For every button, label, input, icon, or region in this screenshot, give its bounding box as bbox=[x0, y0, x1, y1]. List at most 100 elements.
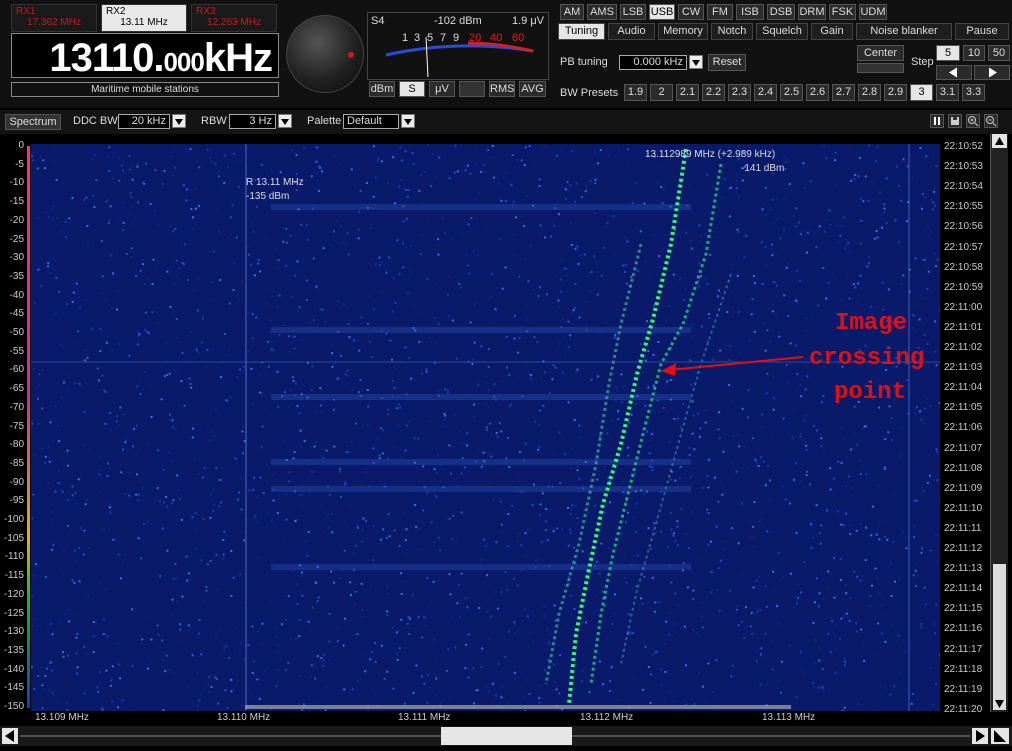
bw-preset-2-2[interactable]: 2.2 bbox=[702, 84, 725, 101]
rx3-freq: 12.263 MHz bbox=[196, 17, 272, 29]
waterfall-background bbox=[31, 144, 940, 711]
meter-dbm-button[interactable]: dBm bbox=[369, 81, 395, 97]
rbw-input[interactable]: 3 Hz bbox=[229, 114, 276, 129]
mode-udm[interactable]: UDM bbox=[859, 4, 887, 20]
color-scale-bar bbox=[27, 146, 30, 708]
center-button[interactable]: Center bbox=[857, 45, 904, 61]
bw-preset-2-8[interactable]: 2.8 bbox=[858, 84, 881, 101]
rx1-freq: 17.362 MHz bbox=[16, 17, 92, 29]
arrow-left-icon bbox=[937, 66, 971, 79]
power-tick-label: -85 bbox=[2, 458, 24, 469]
mode-usb[interactable]: USB bbox=[649, 4, 675, 20]
pause-icon[interactable] bbox=[930, 114, 944, 128]
power-tick-label: -140 bbox=[2, 664, 24, 675]
bw-preset-2[interactable]: 2 bbox=[650, 84, 673, 101]
mode-ams[interactable]: AMS bbox=[587, 4, 617, 20]
rx3-tab[interactable]: RX3 12.263 MHz bbox=[191, 4, 277, 32]
horizontal-scrollbar[interactable] bbox=[0, 726, 1012, 746]
bw-preset-2-9[interactable]: 2.9 bbox=[884, 84, 907, 101]
time-tick-label: 22:11:10 bbox=[944, 503, 982, 514]
step-10-button[interactable]: 10 bbox=[963, 45, 985, 61]
power-tick-label: -45 bbox=[2, 308, 24, 319]
bw-preset-2-6[interactable]: 2.6 bbox=[806, 84, 829, 101]
power-tick-label: -100 bbox=[2, 514, 24, 525]
frequency-display[interactable]: 13110.000kHz bbox=[11, 33, 279, 78]
ddc-bw-dropdown-icon[interactable] bbox=[172, 114, 186, 128]
time-tick-label: 22:11:05 bbox=[944, 402, 982, 413]
rbw-dropdown-icon[interactable] bbox=[278, 114, 292, 128]
bw-preset-3-1[interactable]: 3.1 bbox=[936, 84, 959, 101]
mode-drm[interactable]: DRM bbox=[798, 4, 826, 20]
vertical-scrollbar[interactable] bbox=[990, 134, 1008, 712]
power-tick-label: -10 bbox=[2, 177, 24, 188]
bw-preset-1-9[interactable]: 1.9 bbox=[624, 84, 647, 101]
rx1-tab[interactable]: RX1 17.362 MHz bbox=[11, 4, 97, 32]
power-tick-label: -115 bbox=[2, 570, 24, 581]
save-icon[interactable] bbox=[948, 114, 962, 128]
zoom-in-icon[interactable] bbox=[966, 114, 980, 128]
palette-input[interactable]: Default bbox=[343, 114, 399, 129]
time-tick-label: 22:10:59 bbox=[944, 282, 983, 293]
mode-fsk[interactable]: FSK bbox=[829, 4, 856, 20]
step-5-button[interactable]: 5 bbox=[936, 45, 960, 61]
bw-preset-2-1[interactable]: 2.1 bbox=[676, 84, 699, 101]
mode-cw[interactable]: CW bbox=[678, 4, 704, 20]
mode-isb[interactable]: ISB bbox=[736, 4, 764, 20]
tab-audio[interactable]: Audio bbox=[608, 23, 655, 40]
ddc-bw-input[interactable]: 20 kHz bbox=[118, 114, 170, 129]
bw-preset-2-4[interactable]: 2.4 bbox=[754, 84, 777, 101]
mode-lsb[interactable]: LSB bbox=[620, 4, 646, 20]
step-50-button[interactable]: 50 bbox=[988, 45, 1010, 61]
bw-preset-2-3[interactable]: 2.3 bbox=[728, 84, 751, 101]
palette-dropdown-icon[interactable] bbox=[401, 114, 415, 128]
pb-tuning-label: PB tuning bbox=[560, 56, 608, 68]
time-tick-label: 22:11:19 bbox=[944, 684, 982, 695]
zoom-out-icon[interactable] bbox=[984, 114, 998, 128]
tab-tuning[interactable]: Tuning bbox=[558, 23, 605, 40]
power-tick-label: -35 bbox=[2, 271, 24, 282]
time-tick-label: 22:11:18 bbox=[944, 664, 982, 675]
meter-avg-button[interactable]: AVG bbox=[519, 81, 546, 97]
freq-tick-label: 13.110 MHz bbox=[217, 712, 270, 723]
tab-notch[interactable]: Notch bbox=[711, 23, 753, 40]
time-tick-label: 22:11:07 bbox=[944, 443, 982, 454]
center-secondary-button[interactable] bbox=[857, 63, 904, 73]
mode-am[interactable]: AM bbox=[560, 4, 584, 20]
meter-rms-button[interactable]: RMS bbox=[489, 81, 515, 97]
time-tick-label: 22:11:11 bbox=[944, 523, 981, 534]
mode-dsb[interactable]: DSB bbox=[767, 4, 795, 20]
bw-preset-3-3[interactable]: 3.3 bbox=[962, 84, 985, 101]
pb-tuning-dropdown-icon[interactable] bbox=[689, 55, 703, 69]
cursor-readout-line1: 13.112989 MHz (+2.989 kHz) bbox=[645, 149, 775, 160]
step-left-button[interactable] bbox=[936, 65, 972, 80]
time-tick-label: 22:11:20 bbox=[944, 704, 982, 715]
time-tick-label: 22:10:53 bbox=[944, 161, 983, 172]
time-tick-label: 22:11:12 bbox=[944, 543, 982, 554]
rx2-tab[interactable]: RX2 13.11 MHz bbox=[101, 4, 187, 32]
time-tick-label: 22:11:16 bbox=[944, 623, 982, 634]
step-right-button[interactable] bbox=[974, 65, 1010, 80]
scroll-h-thumb bbox=[441, 727, 572, 745]
power-tick-label: -105 bbox=[2, 533, 24, 544]
mode-fm[interactable]: FM bbox=[707, 4, 733, 20]
power-tick-label: -40 bbox=[2, 290, 24, 301]
time-tick-label: 22:10:52 bbox=[944, 141, 983, 152]
waterfall-display[interactable]: R 13.11 MHz -135 dBm 13.112989 MHz (+2.9… bbox=[31, 144, 940, 711]
tab-memory[interactable]: Memory bbox=[658, 23, 708, 40]
freq-integer: 13110. bbox=[49, 36, 163, 80]
reset-button[interactable]: Reset bbox=[708, 54, 746, 71]
spectrum-button[interactable]: Spectrum bbox=[5, 114, 61, 130]
tab-pause[interactable]: Pause bbox=[955, 23, 1009, 40]
meter-s-button[interactable]: S bbox=[399, 81, 425, 97]
bw-preset-2-5[interactable]: 2.5 bbox=[780, 84, 803, 101]
meter-uv-button[interactable]: μV bbox=[429, 81, 455, 97]
tab-noise-blanker[interactable]: Noise blanker bbox=[856, 23, 952, 40]
power-tick-label: -145 bbox=[2, 682, 24, 693]
pb-tuning-input[interactable]: 0.000 kHz bbox=[619, 55, 687, 70]
time-tick-label: 22:11:00 bbox=[944, 302, 982, 313]
tab-squelch[interactable]: Squelch bbox=[756, 23, 808, 40]
tab-gain[interactable]: Gain bbox=[811, 23, 853, 40]
meter-blank-button[interactable] bbox=[459, 81, 485, 97]
bw-preset-3[interactable]: 3 bbox=[910, 84, 933, 101]
bw-preset-2-7[interactable]: 2.7 bbox=[832, 84, 855, 101]
